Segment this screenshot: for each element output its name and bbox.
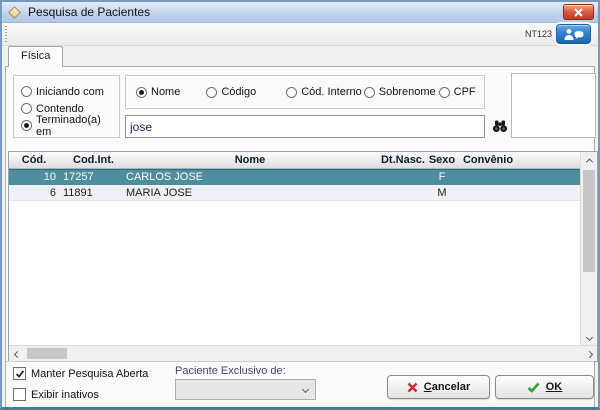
vertical-scrollbar[interactable] xyxy=(580,152,597,345)
scroll-down-button[interactable] xyxy=(581,329,597,345)
search-mode-group: Iniciando com Contendo Terminado(a) em xyxy=(13,75,120,138)
chevron-up-icon xyxy=(585,158,592,165)
cell-nome: CARLOS JOSE xyxy=(121,171,379,183)
col-header-nome[interactable]: Nome xyxy=(121,154,379,166)
horizontal-scrollbar[interactable] xyxy=(9,345,597,361)
close-x-icon xyxy=(574,8,583,17)
table-row[interactable]: 6 11891 MARIA JOSE M xyxy=(9,185,580,201)
toolbar: NT123 xyxy=(2,23,598,46)
radio-dot[interactable] xyxy=(21,103,32,114)
tab-panel: Iniciando com Contendo Terminado(a) em N… xyxy=(5,66,595,407)
tab-fisica[interactable]: Física xyxy=(8,46,63,67)
red-x-icon xyxy=(407,382,418,393)
col-header-convenio[interactable]: Convênio xyxy=(457,154,519,166)
checkbox-label: Manter Pesquisa Aberta xyxy=(31,368,148,380)
radio-label: Terminado(a) em xyxy=(36,114,119,138)
radio-dot[interactable] xyxy=(21,86,32,97)
radio-label: Sobrenome xyxy=(379,86,436,98)
chevron-left-icon xyxy=(13,350,20,357)
ok-button[interactable]: OK xyxy=(495,375,594,399)
green-check-icon xyxy=(527,382,540,393)
radio-codigo[interactable]: Código xyxy=(206,84,256,101)
checkbox-label: Exibir inativos xyxy=(31,389,99,401)
toolbar-grip-icon[interactable] xyxy=(5,26,7,43)
vertical-scrollbar-thumb[interactable] xyxy=(583,170,595,272)
patient-chat-button[interactable] xyxy=(556,24,591,44)
show-inactive-checkbox[interactable]: Exibir inativos xyxy=(13,388,99,401)
table-header: Cód. Cod.Int. Nome Dt.Nasc. Sexo Convêni… xyxy=(9,152,580,169)
window-title: Pesquisa de Pacientes xyxy=(28,5,150,19)
radio-sobrenome[interactable]: Sobrenome xyxy=(364,84,436,101)
footer: Manter Pesquisa Aberta Exibir inativos P… xyxy=(6,361,594,407)
scroll-right-button[interactable] xyxy=(581,346,597,362)
exclusive-patient-label: Paciente Exclusivo de: xyxy=(175,365,286,377)
radio-dot[interactable] xyxy=(136,87,147,98)
search-field-group: Nome Código Cód. Interno Sobrenome CPF xyxy=(125,75,485,109)
cell-sexo: F xyxy=(427,171,457,183)
radio-terminado-em[interactable]: Terminado(a) em xyxy=(21,117,119,134)
col-header-cod-int[interactable]: Cod.Int. xyxy=(59,154,121,166)
radio-dot[interactable] xyxy=(21,120,32,131)
radio-label: Cód. Interno xyxy=(301,86,362,98)
scroll-up-button[interactable] xyxy=(581,152,597,168)
radio-cpf[interactable]: CPF xyxy=(439,84,476,101)
col-header-cod[interactable]: Cód. xyxy=(9,154,59,166)
cancel-button-label: Cancelar xyxy=(424,381,470,393)
patient-photo-box xyxy=(511,73,596,138)
keep-search-open-checkbox[interactable]: Manter Pesquisa Aberta xyxy=(13,367,148,380)
cell-cod: 10 xyxy=(9,171,59,183)
ok-button-label: OK xyxy=(546,381,563,393)
search-button[interactable] xyxy=(492,119,508,138)
cell-sexo: M xyxy=(427,187,457,199)
checkbox-box[interactable] xyxy=(13,388,26,401)
cell-cod-int: 17257 xyxy=(59,171,121,183)
radio-dot[interactable] xyxy=(364,87,375,98)
radio-label: CPF xyxy=(454,86,476,98)
radio-cod-interno[interactable]: Cód. Interno xyxy=(286,84,362,101)
radio-label: Iniciando com xyxy=(36,86,104,98)
chevron-down-icon xyxy=(302,386,309,393)
col-header-dt-nasc[interactable]: Dt.Nasc. xyxy=(379,154,427,166)
exclusive-patient-select[interactable] xyxy=(175,379,316,400)
col-header-sexo[interactable]: Sexo xyxy=(427,154,457,166)
chevron-right-icon xyxy=(585,350,592,357)
horizontal-scrollbar-thumb[interactable] xyxy=(27,348,67,359)
scroll-left-button[interactable] xyxy=(9,346,25,362)
binoculars-icon xyxy=(492,119,508,133)
radio-dot[interactable] xyxy=(439,87,450,98)
chevron-down-icon xyxy=(585,333,592,340)
radio-dot[interactable] xyxy=(286,87,297,98)
close-button[interactable] xyxy=(563,4,594,20)
titlebar: Pesquisa de Pacientes xyxy=(2,2,598,23)
patient-search-dialog: Pesquisa de Pacientes NT123 Física xyxy=(0,0,600,410)
radio-iniciando-com[interactable]: Iniciando com xyxy=(21,83,119,100)
radio-dot[interactable] xyxy=(206,87,217,98)
radio-nome[interactable]: Nome xyxy=(136,84,180,101)
results-table: Cód. Cod.Int. Nome Dt.Nasc. Sexo Convêni… xyxy=(8,151,598,362)
search-input[interactable] xyxy=(125,115,485,138)
cell-cod: 6 xyxy=(9,187,59,199)
cancel-button[interactable]: Cancelar xyxy=(387,375,490,399)
cell-cod-int: 11891 xyxy=(59,187,121,199)
cell-nome: MARIA JOSE xyxy=(121,187,379,199)
table-row[interactable]: 10 17257 CARLOS JOSE F xyxy=(9,169,580,185)
diamond-icon xyxy=(8,6,21,19)
patient-chat-icon xyxy=(563,28,585,41)
checkbox-box[interactable] xyxy=(13,367,26,380)
radio-label: Código xyxy=(221,86,256,98)
check-icon xyxy=(15,369,25,379)
code-badge: NT123 xyxy=(525,23,552,46)
tabstrip: Física xyxy=(2,46,598,66)
radio-label: Nome xyxy=(151,86,180,98)
